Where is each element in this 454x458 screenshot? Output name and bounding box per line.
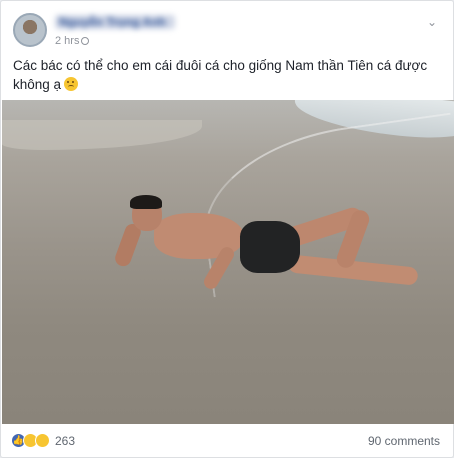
author-name[interactable]: Nguyễn Trọng Anh xyxy=(55,15,175,29)
globe-icon xyxy=(81,37,90,45)
person-lying xyxy=(112,195,432,315)
post-header: Nguyễn Trọng Anh 2 hrs ⌄ xyxy=(11,11,443,51)
comments-count-link[interactable]: 90 comments xyxy=(368,434,440,448)
post-meta: 2 hrs xyxy=(55,35,94,47)
post-text: Các bác có thể cho em cái đuôi cá cho gi… xyxy=(13,56,443,94)
post-time[interactable]: 2 hrs xyxy=(55,35,79,47)
sad-face-icon xyxy=(64,77,79,91)
person-shorts xyxy=(240,221,300,273)
wet-sand xyxy=(2,120,202,150)
reactions-summary[interactable]: 👍 263 xyxy=(11,433,75,448)
sad-icon xyxy=(35,433,50,448)
person-hair xyxy=(130,195,162,209)
chevron-down-icon[interactable]: ⌄ xyxy=(425,15,439,29)
avatar[interactable] xyxy=(13,13,47,47)
reaction-count: 263 xyxy=(55,433,76,448)
post-card: Nguyễn Trọng Anh 2 hrs ⌄ Các bác có thể … xyxy=(0,0,454,458)
post-photo[interactable] xyxy=(2,100,454,424)
